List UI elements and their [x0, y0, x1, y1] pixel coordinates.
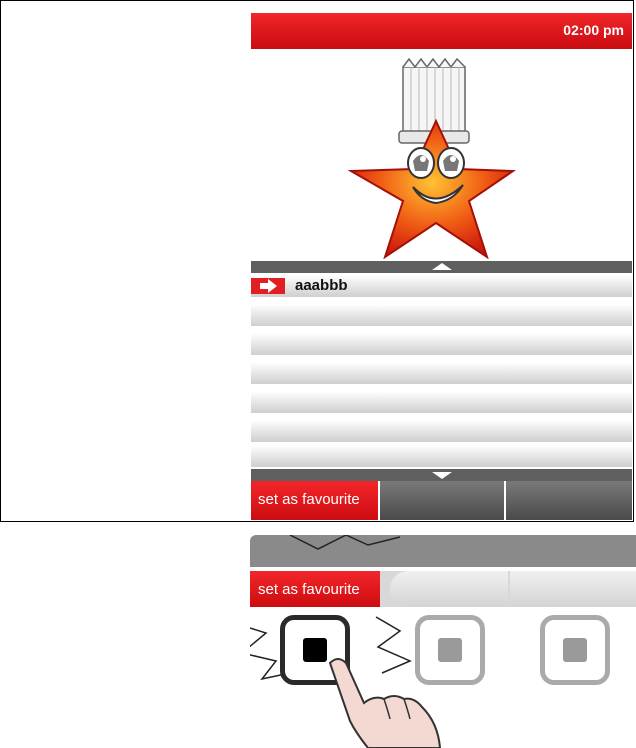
softkey-label: set as favourite	[258, 491, 360, 508]
press-illustration: set as favourite	[250, 535, 636, 748]
chevron-up-icon	[431, 263, 452, 270]
hardware-button-3[interactable]	[540, 615, 610, 685]
softkey-2[interactable]	[380, 481, 504, 520]
selection-arrow-icon	[251, 278, 285, 294]
scroll-down-button[interactable]	[251, 469, 632, 481]
list-item[interactable]: aaabbb	[251, 275, 632, 297]
device-screen: 02:00 pm aaabbb set as favourite	[251, 13, 632, 520]
set-favourite-softkey[interactable]: set as favourite	[251, 481, 378, 520]
list-item-label: aaabbb	[295, 277, 348, 294]
list-item[interactable]	[251, 304, 632, 326]
finger-pointer-icon	[328, 658, 442, 748]
chevron-down-icon	[431, 472, 452, 479]
list-item[interactable]	[251, 445, 632, 467]
list-item[interactable]	[251, 333, 632, 355]
recipe-list: aaabbb	[251, 273, 632, 469]
status-bar: 02:00 pm	[251, 13, 632, 49]
list-item[interactable]	[251, 420, 632, 442]
softkey-3[interactable]	[506, 481, 632, 520]
list-item[interactable]	[251, 362, 632, 384]
square-icon	[563, 638, 587, 662]
list-item[interactable]	[251, 391, 632, 413]
softkey-bar: set as favourite	[251, 481, 632, 520]
clock-time: 02:00 pm	[563, 22, 624, 38]
device-screenshot-frame: 02:00 pm aaabbb set as favourite	[0, 0, 634, 522]
scroll-up-button[interactable]	[251, 261, 632, 273]
chef-star-mascot-icon	[347, 57, 517, 259]
